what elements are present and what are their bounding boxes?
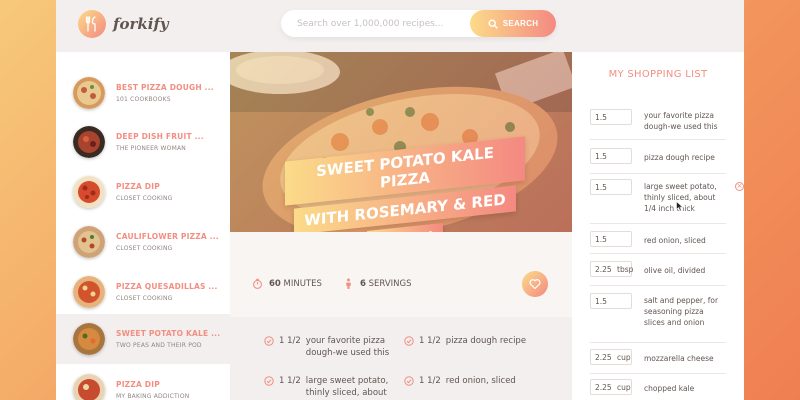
shopping-item: 1.5 salt and pepper, for seasoning pizza… <box>590 288 726 343</box>
shopping-item: 1.5 your favorite pizza dough-we used th… <box>590 107 726 140</box>
check-circle-icon <box>264 336 274 346</box>
quantity-input[interactable]: 1.5 <box>590 179 632 195</box>
result-thumbnail <box>73 374 105 400</box>
ingredient-item: 1 1/2 your favorite pizza dough-we used … <box>264 335 394 359</box>
result-title: CAULIFLOWER PIZZA ... <box>116 232 219 241</box>
result-thumbnail <box>73 77 105 109</box>
item-description: chopped kale <box>644 384 695 393</box>
result-item[interactable]: PIZZA DIP MY BAKING ADDICTION <box>56 365 236 400</box>
quantity-input[interactable]: 1.5 <box>590 293 632 309</box>
result-title: BEST PIZZA DOUGH ... <box>116 83 214 92</box>
recipe-view: SWEET POTATO KALE PIZZA WITH ROSEMARY & … <box>230 52 572 400</box>
result-item[interactable]: CAULIFLOWER PIZZA ... CLOSET COOKING <box>56 217 236 267</box>
person-icon <box>346 278 351 289</box>
item-description: olive oil, divided <box>644 266 706 275</box>
ingredient-text: pizza dough recipe <box>445 336 527 346</box>
result-thumbnail <box>73 176 105 208</box>
result-item-active[interactable]: SWEET POTATO KALE ... TWO PEAS AND THEIR… <box>56 314 236 364</box>
result-title: PIZZA DIP <box>116 380 160 389</box>
item-description: red onion, sliced <box>644 236 706 245</box>
result-publisher: THE PIONEER WOMAN <box>116 145 186 152</box>
header: forkify SEARCH <box>56 0 744 52</box>
result-publisher: CLOSET COOKING <box>116 245 173 252</box>
recipe-details: 60 MINUTES 6 SERVINGS <box>230 232 572 317</box>
ingredient-item: 1 1/2 large sweet potato, thinly sliced,… <box>264 375 394 400</box>
result-thumbnail <box>73 226 105 258</box>
ingredient-quantity: 1 1/2 <box>279 376 301 386</box>
recipe-servings: 6 SERVINGS <box>343 278 412 289</box>
time-value: 60 <box>269 278 281 289</box>
recipe-image: SWEET POTATO KALE PIZZA WITH ROSEMARY & … <box>230 52 572 232</box>
delete-icon[interactable]: × <box>735 182 744 191</box>
time-unit: MINUTES <box>283 278 322 289</box>
heart-icon <box>529 279 541 290</box>
result-item[interactable]: PIZZA QUESADILLAS ... CLOSET COOKING <box>56 267 236 317</box>
result-publisher: TWO PEAS AND THEIR POD <box>116 342 202 349</box>
quantity-unit: cup <box>617 353 631 362</box>
servings-value: 6 <box>360 278 366 289</box>
result-item[interactable]: BEST PIZZA DOUGH ... 101 COOKBOOKS <box>56 68 236 118</box>
result-thumbnail <box>73 323 105 355</box>
item-description: salt and pepper, for seasoning pizza sli… <box>644 296 719 327</box>
result-publisher: CLOSET COOKING <box>116 295 173 302</box>
check-circle-icon <box>404 336 414 346</box>
item-description: your favorite pizza dough-we used this <box>644 111 718 131</box>
ingredient-text: red onion, sliced <box>445 376 516 386</box>
recipe-time: 60 MINUTES <box>252 278 322 289</box>
item-description: mozzarella cheese <box>644 354 714 363</box>
search-input[interactable] <box>297 16 457 32</box>
result-title: PIZZA DIP <box>116 182 160 191</box>
search-icon <box>488 18 498 29</box>
item-description: large sweet potato, thinly sliced, about… <box>644 182 717 213</box>
result-item[interactable]: PIZZA DIP CLOSET COOKING <box>56 167 236 217</box>
stopwatch-icon <box>253 278 262 289</box>
app-window: forkify SEARCH BEST PIZZA DOUGH ... 101 … <box>56 0 744 400</box>
search-results: BEST PIZZA DOUGH ... 101 COOKBOOKS DEEP … <box>56 52 236 400</box>
ingredient-text: large sweet potato, thinly sliced, about… <box>305 376 389 398</box>
servings-unit: SERVINGS <box>368 278 412 289</box>
result-title: SWEET POTATO KALE ... <box>116 329 221 338</box>
ingredient-list: 1 1/2 your favorite pizza dough-we used … <box>230 317 572 400</box>
shopping-list-title: MY SHOPPING LIST <box>608 69 708 80</box>
shopping-list: MY SHOPPING LIST 1.5 your favorite pizza… <box>572 52 744 400</box>
ingredient-quantity: 1 1/2 <box>419 376 441 386</box>
quantity-input[interactable]: 1.5 <box>590 148 632 164</box>
search-bar: SEARCH <box>281 10 556 37</box>
quantity-unit: cup <box>617 383 631 392</box>
result-publisher: 101 COOKBOOKS <box>116 96 171 103</box>
check-circle-icon <box>264 376 274 386</box>
ingredient-text: your favorite pizza dough-we used this <box>305 336 390 358</box>
shopping-item: 2.25 tbsp olive oil, divided <box>590 256 726 286</box>
result-thumbnail <box>73 276 105 308</box>
quantity-unit: tbsp <box>617 265 634 274</box>
ingredient-item: 1 1/2 red onion, sliced <box>404 375 554 387</box>
check-circle-icon <box>404 376 414 386</box>
shopping-item: 2.25 cup chopped kale <box>590 374 726 400</box>
result-thumbnail <box>73 126 105 158</box>
result-publisher: MY BAKING ADDICTION <box>116 393 190 400</box>
ingredient-item: 1 1/2 pizza dough recipe <box>404 335 554 347</box>
quantity-input[interactable]: 1.5 <box>590 109 632 125</box>
result-publisher: CLOSET COOKING <box>116 195 173 202</box>
search-button[interactable]: SEARCH <box>470 10 556 37</box>
item-description: pizza dough recipe <box>644 153 715 162</box>
like-button[interactable] <box>522 271 548 297</box>
mouse-cursor-icon <box>676 201 684 212</box>
shopping-item: 1.5 pizza dough recipe <box>590 144 726 174</box>
shopping-item: 1.5 large sweet potato, thinly sliced, a… <box>590 176 744 224</box>
logo[interactable]: forkify <box>78 10 169 38</box>
ingredient-quantity: 1 1/2 <box>419 336 441 346</box>
result-title: DEEP DISH FRUIT ... <box>116 132 204 141</box>
quantity-input[interactable]: 1.5 <box>590 231 632 247</box>
fork-knife-icon <box>78 10 106 38</box>
search-button-label: SEARCH <box>502 19 539 28</box>
shopping-item: 1.5 red onion, sliced <box>590 226 726 254</box>
result-item[interactable]: DEEP DISH FRUIT ... THE PIONEER WOMAN <box>56 117 236 167</box>
result-title: PIZZA QUESADILLAS ... <box>116 282 218 291</box>
shopping-item: 2.25 cup mozzarella cheese <box>590 344 726 374</box>
app-name: forkify <box>113 15 169 33</box>
ingredient-quantity: 1 1/2 <box>279 336 301 346</box>
